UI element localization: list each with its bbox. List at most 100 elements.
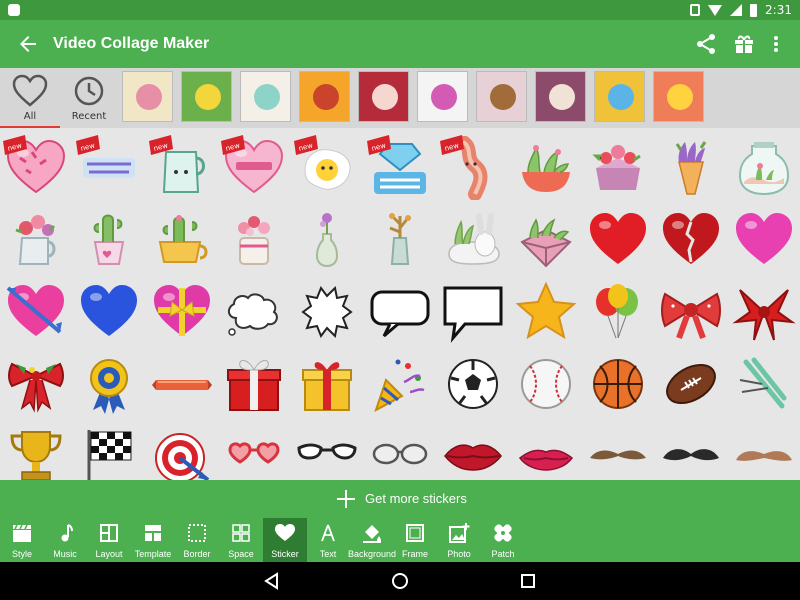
sticker-gold-gift-box[interactable] [291,348,363,420]
sticker-basketball[interactable] [582,348,654,420]
round-glasses-icon [372,443,428,465]
sticker-terrarium-jar[interactable] [728,132,800,204]
sticker-heart-ribbon[interactable] [146,276,218,348]
sticker-round-glasses[interactable] [364,420,436,480]
blue-heart-icon [80,285,137,336]
sticker-heart-pink-new[interactable]: new [0,132,72,204]
sticker-flower-pitcher[interactable] [0,204,72,276]
sticker-shopping-heart-new[interactable]: new [218,132,290,204]
tool-background[interactable]: Background [348,518,396,562]
tool-patch[interactable]: Patch [484,518,522,562]
get-more-stickers-button[interactable]: Get more stickers [0,480,800,518]
sticker-cateye-glasses[interactable] [291,420,363,480]
category-thumb-kiss-girl[interactable] [299,71,350,122]
sticker-baseball[interactable] [510,348,582,420]
sticker-cactus-pot-heart[interactable] [73,204,145,276]
sticker-heart-arrow[interactable] [0,276,72,348]
category-thumb-whats-up[interactable] [181,71,232,122]
sticker-flower-box[interactable] [582,132,654,204]
sticker-succulent-bowl[interactable] [510,132,582,204]
category-thumb-colorful-icons[interactable] [594,71,645,122]
category-thumb-happy-birthday[interactable] [417,71,468,122]
sticker-flower-jar[interactable] [218,204,290,276]
category-tab-recent[interactable]: Recent [59,68,119,126]
tool-music[interactable]: Music [47,518,83,562]
nav-back-icon[interactable] [262,571,282,591]
sticker-red-heart[interactable] [582,204,654,276]
tool-space[interactable]: Space [224,518,258,562]
system-nav-bar [0,562,800,600]
sticker-flower-cone[interactable] [655,132,727,204]
soccer-ball-icon [447,359,498,409]
sticker-award-ribbon[interactable] [73,348,145,420]
sticker-lips-smile[interactable] [510,420,582,480]
sticker-bunny-plant[interactable] [437,204,509,276]
sticker-balloons[interactable] [582,276,654,348]
sticker-mustache-1[interactable] [582,420,654,480]
sticker-pink-heart[interactable] [728,204,800,276]
back-button[interactable] [16,32,40,56]
thumbnail-art [372,84,398,110]
template-icon [145,525,161,541]
sticker-cactus-teacup[interactable] [146,204,218,276]
sticker-lips[interactable] [437,420,509,480]
vibrate-icon [690,4,701,16]
sticker-square-bubble[interactable] [437,276,509,348]
category-thumb-red-circle[interactable] [358,71,409,122]
sticker-soccer-ball[interactable] [437,348,509,420]
tool-layout[interactable]: Layout [92,518,126,562]
sticker-milk-jug-new[interactable]: new [146,132,218,204]
category-tab-label: Recent [71,111,107,122]
sticker-mustache-2[interactable] [655,420,727,480]
sticker-fried-egg-new[interactable]: new [291,132,363,204]
sticker-geometric-planter[interactable] [510,204,582,276]
tool-text[interactable]: Text [310,518,346,562]
tool-border[interactable]: Border [180,518,214,562]
category-thumb-omg-like[interactable] [240,71,291,122]
sticker-trophy[interactable] [0,420,72,480]
heart-icon [275,524,295,541]
sticker-cloud-bubble[interactable] [218,276,290,348]
tool-frame[interactable]: Frame [398,518,432,562]
sticker-speech-bubble[interactable] [364,276,436,348]
sticker-red-gift-box[interactable] [218,348,290,420]
sticker-vase-flower[interactable] [291,204,363,276]
sticker-blue-heart[interactable] [73,276,145,348]
nav-recents-icon[interactable] [518,571,538,591]
sticker-christmas-bow[interactable] [0,348,72,420]
overflow-menu-button[interactable] [764,32,788,56]
sticker-bling-bling-new[interactable]: new [364,132,436,204]
sticker-football[interactable] [655,348,727,420]
sticker-bacon-new[interactable]: new [437,132,509,204]
banner-ribbon-icon [151,380,212,390]
sticker-gold-star[interactable] [510,276,582,348]
sticker-heart-glasses[interactable] [218,420,290,480]
tool-style[interactable]: Style [8,518,36,562]
sticker-mustache-3[interactable] [728,420,800,480]
category-thumb-floral-wreath[interactable] [122,71,173,122]
tool-template[interactable]: Template [133,518,173,562]
share-button[interactable] [694,32,718,56]
nav-home-icon[interactable] [390,571,410,591]
sticker-red-bow[interactable] [655,276,727,348]
sticker-plant-vase[interactable] [364,204,436,276]
sticker-banner-ribbon[interactable] [146,348,218,420]
tool-label: Music [53,549,77,559]
tool-photo[interactable]: Photo [440,518,478,562]
app-title: Video Collage Maker [53,35,210,52]
sticker-target[interactable] [146,420,218,480]
sticker-checkered-flag[interactable] [73,420,145,480]
tool-sticker[interactable]: Sticker [263,518,307,562]
category-thumb-best-friends-forever[interactable] [535,71,586,122]
sticker-party-popper[interactable] [364,348,436,420]
category-thumb-emoji-collage[interactable] [653,71,704,122]
app-bar: Video Collage Maker [0,20,800,68]
sticker-text-sticker-new[interactable]: new [73,132,145,204]
category-thumb-party-kids[interactable] [476,71,527,122]
gift-button[interactable] [732,32,756,56]
sticker-broken-heart[interactable] [655,204,727,276]
category-tab-all[interactable]: All [0,68,60,128]
sticker-skis[interactable] [728,348,800,420]
sticker-spiky-bubble[interactable] [291,276,363,348]
sticker-red-gift-bow[interactable] [728,276,800,348]
